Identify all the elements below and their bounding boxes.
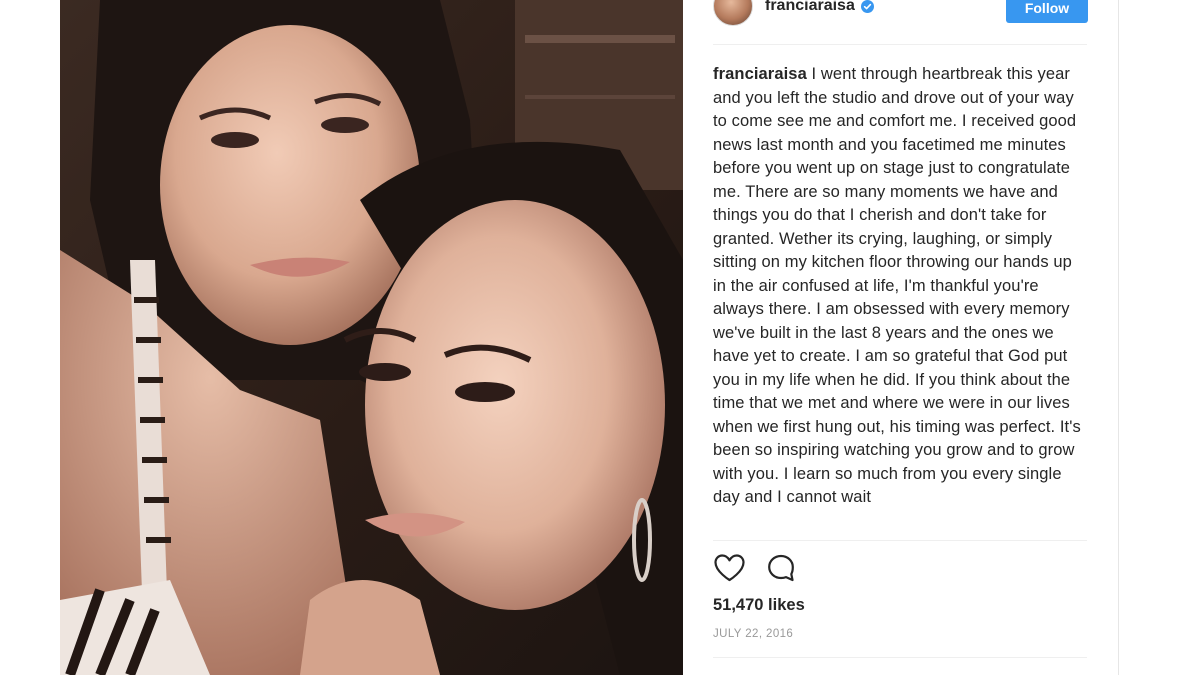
divider	[713, 540, 1087, 541]
caption-username[interactable]: franciaraisa	[713, 65, 807, 83]
post-photo[interactable]	[60, 0, 683, 675]
post-details-panel: franciaraisa Follow franciaraisa I went …	[683, 0, 1119, 675]
instagram-post: franciaraisa Follow franciaraisa I went …	[0, 0, 1200, 675]
likes-count[interactable]: 51,470 likes	[713, 596, 805, 615]
avatar[interactable]	[713, 0, 753, 26]
comment-bubble-icon	[768, 554, 794, 582]
verified-badge-icon	[860, 0, 874, 13]
header-username[interactable]: franciaraisa	[765, 0, 874, 15]
divider	[713, 657, 1087, 658]
post-actions	[711, 551, 815, 585]
caption: franciaraisa I went through heartbreak t…	[713, 63, 1087, 510]
post-photo-image	[60, 0, 683, 675]
post-date: JULY 22, 2016	[713, 628, 794, 640]
caption-text: I went through heartbreak this year and …	[713, 65, 1081, 506]
heart-icon	[713, 554, 745, 582]
caption-fade	[713, 529, 1087, 539]
comment-button[interactable]	[763, 551, 799, 585]
follow-button[interactable]: Follow	[1006, 0, 1088, 23]
like-button[interactable]	[711, 551, 747, 585]
post-header: franciaraisa Follow	[713, 0, 1088, 28]
caption-scroll-area[interactable]: franciaraisa I went through heartbreak t…	[713, 63, 1087, 539]
header-username-text[interactable]: franciaraisa	[765, 0, 855, 15]
divider	[713, 44, 1087, 45]
